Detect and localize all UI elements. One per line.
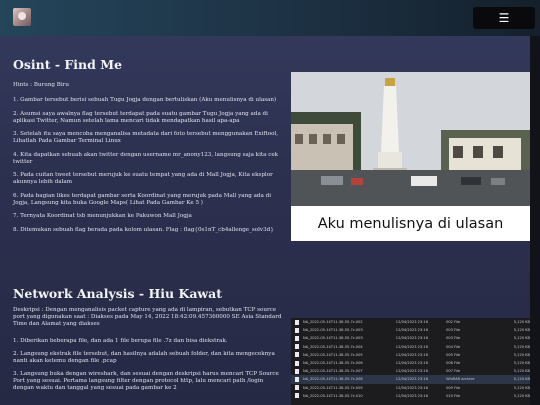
list-item: 6. Pada bagian likes terdapat gambar ser… bbox=[13, 192, 271, 206]
list-item: 2. Langsung ekstrak file tersebut, dan h… bbox=[13, 351, 275, 364]
menu-toggle-button[interactable]: ☰ bbox=[473, 7, 535, 29]
file-icon bbox=[295, 327, 299, 333]
navbar: ☰ bbox=[0, 0, 540, 36]
tugu-jogja-photo: Aku menulisnya di ulasan bbox=[291, 72, 530, 241]
file-icon bbox=[295, 335, 299, 341]
side-terminal-strip bbox=[530, 36, 540, 405]
list-item: 4. Kita dapatkan sebuah akan twitter den… bbox=[13, 151, 279, 165]
hints-text: Hints : Burung Biru bbox=[13, 82, 69, 88]
osint-steps-list: 1. Gambar tersebut berisi sebuah Tugu Jo… bbox=[13, 97, 283, 240]
photo-caption: Aku menulisnya di ulasan bbox=[291, 206, 530, 241]
list-item: 3. Langsung buka dengan wireshark, dan s… bbox=[13, 371, 279, 391]
site-logo[interactable] bbox=[13, 8, 31, 26]
list-item: 7. Ternyata Koordinat tsb menunjukkan ke… bbox=[13, 213, 192, 219]
file-row: NA_2022-05-14T11-36-55.7z.003 12/04/2023 … bbox=[291, 326, 530, 334]
file-row: NA_2022-05-14T11-36-55.7z.003 12/04/2023 … bbox=[291, 334, 530, 342]
file-icon bbox=[295, 344, 299, 350]
file-icon bbox=[295, 360, 299, 366]
list-item: 5. Pada cuitan tweet tersebut merujuk ke… bbox=[13, 172, 273, 185]
hamburger-icon: ☰ bbox=[498, 11, 510, 25]
list-item: 1. Diberikan beberapa file, dan ada 1 fi… bbox=[13, 338, 228, 344]
file-icon bbox=[295, 368, 299, 374]
file-row: NA_2022-05-14T11-36-55.7z.007 12/04/2023 … bbox=[291, 367, 530, 375]
file-icon bbox=[295, 393, 299, 399]
network-steps-list: 1. Diberikan beberapa file, dan ada 1 fi… bbox=[13, 338, 283, 398]
file-row: NA_2022-05-14T11-36-55.7z.006 12/04/2023 … bbox=[291, 359, 530, 367]
list-item: 3. Setelah itu saya mencoba menganalisa … bbox=[13, 131, 279, 144]
file-row-selected: NA_2022-05-14T11-36-55.7z.008 12/04/2023 … bbox=[291, 375, 530, 384]
file-icon bbox=[295, 319, 299, 325]
file-explorer-screenshot: NA_2022-05-14T11-36-55.7z.002 12/04/2023 … bbox=[291, 318, 530, 405]
file-icon bbox=[295, 352, 299, 358]
file-row: NA_2022-05-14T11-36-55.7z.009 12/04/2023 … bbox=[291, 384, 530, 392]
tugu-scene-illustration bbox=[291, 72, 530, 206]
archive-icon bbox=[295, 376, 299, 382]
list-item: 1. Gambar tersebut berisi sebuah Tugu Jo… bbox=[13, 97, 277, 103]
network-description: Deskripsi : Dengan menganalisis packet c… bbox=[13, 307, 282, 327]
section-title-network: Network Analysis - Hiu Kawat bbox=[13, 286, 223, 301]
file-row: NA_2022-05-14T11-36-55.7z.004 12/04/2023 … bbox=[291, 343, 530, 351]
file-icon bbox=[295, 385, 299, 391]
list-item: 8. Ditemukan sebuah flag berada pada kol… bbox=[13, 226, 274, 233]
file-row: NA_2022-05-14T11-36-55.7z.002 12/04/2023 … bbox=[291, 318, 530, 326]
section-title-osint: Osint - Find Me bbox=[13, 57, 123, 72]
file-row: NA_2022-05-14T11-36-55.7z.005 12/04/2023 … bbox=[291, 351, 530, 359]
list-item: 2. Asumsi saya awalnya flag tersebut ter… bbox=[13, 110, 268, 124]
file-row: NA_2022-05-14T11-36-55.7z.010 12/04/2023 … bbox=[291, 392, 530, 400]
